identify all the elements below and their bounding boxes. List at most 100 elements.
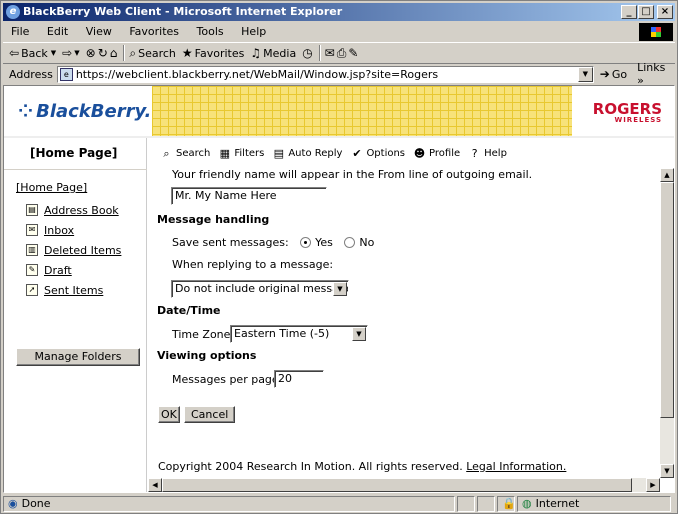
address-input[interactable]: e https://webclient.blackberry.net/WebMa… <box>56 65 594 83</box>
internet-explorer-icon: e <box>6 5 20 19</box>
scroll-up-button[interactable]: ▲ <box>660 168 674 182</box>
search-button[interactable]: ⌕ Search <box>129 46 176 61</box>
menu-file[interactable]: File <box>11 25 29 38</box>
menu-edit[interactable]: Edit <box>47 25 68 38</box>
vertical-scroll-thumb[interactable] <box>660 182 674 418</box>
forward-dropdown-icon[interactable]: ▼ <box>74 49 79 57</box>
mail-search-button[interactable]: ⌕ Search <box>160 147 210 160</box>
sidebar-item-address-book[interactable]: ▤ Address Book <box>26 200 121 220</box>
blackberry-dots-icon: ⁘ <box>18 101 33 122</box>
address-dropdown-button[interactable]: ▼ <box>577 66 593 82</box>
manage-folders-button[interactable]: Manage Folders <box>16 348 140 366</box>
links-button[interactable]: Links » <box>637 61 675 87</box>
sent-icon: ➚ <box>26 284 38 296</box>
sidebar: [Home Page] [Home Page] ▤ Address Book ✉… <box>4 138 147 492</box>
status-cell <box>477 496 495 512</box>
reply-selected-value: Do not include original message <box>175 282 349 295</box>
trash-icon: ▥ <box>26 244 38 256</box>
address-book-icon: ▤ <box>26 204 38 216</box>
banner-pattern <box>152 86 572 138</box>
chevron-down-icon: ▼ <box>352 327 366 341</box>
go-arrow-icon: ➔ <box>599 67 610 81</box>
status-text-cell: ◉ Done <box>3 496 455 512</box>
horizontal-scroll-thumb[interactable] <box>162 478 632 492</box>
draft-icon: ✎ <box>26 264 38 276</box>
cancel-button[interactable]: Cancel <box>184 406 236 423</box>
media-icon: ♫ <box>250 46 262 60</box>
menu-help[interactable]: Help <box>241 25 266 38</box>
auto-reply-button[interactable]: ▤ Auto Reply <box>272 147 343 160</box>
address-label: Address <box>9 67 53 81</box>
close-button[interactable]: × <box>657 5 673 19</box>
reply-select[interactable]: Do not include original message ▼ <box>171 280 349 298</box>
home-page-link[interactable]: [Home Page] <box>16 181 87 194</box>
messages-per-page-field[interactable]: 20 <box>274 370 324 388</box>
back-label: Back <box>21 46 48 60</box>
legal-information-link[interactable]: Legal Information. <box>466 460 566 473</box>
options-button[interactable]: ✔ Options <box>350 147 405 160</box>
print-icon[interactable]: ⎙ <box>337 46 347 61</box>
history-icon[interactable]: ◷ <box>302 46 312 60</box>
profile-button[interactable]: ☻ Profile <box>413 147 460 160</box>
sidebar-item-sent-items[interactable]: ➚ Sent Items <box>26 280 121 300</box>
back-arrow-icon: ⇦ <box>9 46 20 60</box>
back-button[interactable]: ⇦ Back ▼ <box>9 46 56 60</box>
profile-label: Profile <box>429 148 461 159</box>
mail-icon[interactable]: ✉ <box>325 46 335 60</box>
mail-search-label: Search <box>176 148 211 159</box>
message-handling-heading: Message handling <box>157 213 270 226</box>
help-label: Help <box>484 148 507 159</box>
save-sent-yes-radio[interactable] <box>300 237 312 248</box>
sidebar-item-inbox[interactable]: ✉ Inbox <box>26 220 121 240</box>
go-button[interactable]: ➔ Go <box>600 67 627 81</box>
folder-list: ▤ Address Book ✉ Inbox ▥ Deleted Items ✎… <box>26 200 121 300</box>
maximize-button[interactable]: □ <box>638 5 654 19</box>
profile-icon: ☻ <box>413 147 426 160</box>
favorites-button[interactable]: ★ Favorites <box>182 46 244 60</box>
sidebar-item-deleted-items[interactable]: ▥ Deleted Items <box>26 240 121 260</box>
scroll-down-button[interactable]: ▼ <box>660 464 674 478</box>
help-button[interactable]: ? Help <box>468 147 507 160</box>
inbox-icon: ✉ <box>26 224 38 236</box>
mail-toolbar: ⌕ Search ▦ Filters ▤ Auto Reply ✔ Option… <box>160 147 515 160</box>
scroll-left-button[interactable]: ◀ <box>148 478 162 492</box>
zone-text: Internet <box>535 497 580 510</box>
address-url: https://webclient.blackberry.net/WebMail… <box>75 67 439 81</box>
browser-window: e BlackBerry Web Client - Microsoft Inte… <box>0 0 678 514</box>
sidebar-item-draft[interactable]: ✎ Draft <box>26 260 121 280</box>
timezone-label: Time Zone: <box>172 328 235 341</box>
scroll-right-button[interactable]: ▶ <box>646 478 660 492</box>
browser-toolbar: ⇦ Back ▼ ⇨ ▼ ⊗ ↻ ⌂ ⌕ Search ★ Favorites … <box>3 42 675 64</box>
filters-label: Filters <box>234 148 265 159</box>
menu-tools[interactable]: Tools <box>197 25 224 38</box>
lock-cell: 🔒 <box>497 496 516 512</box>
toolbar-separator <box>123 45 126 61</box>
media-button[interactable]: ♫ Media <box>250 46 296 60</box>
minimize-button[interactable]: _ <box>621 5 637 19</box>
horizontal-scrollbar[interactable]: ◀ ▶ <box>148 478 660 492</box>
timezone-select[interactable]: Eastern Time (-5) ▼ <box>230 325 368 343</box>
filters-button[interactable]: ▦ Filters <box>218 147 265 160</box>
chevron-down-icon: ▼ <box>333 282 347 296</box>
save-sent-row: Save sent messages: Yes No <box>172 236 374 249</box>
back-dropdown-icon[interactable]: ▼ <box>51 49 56 57</box>
save-sent-no-radio[interactable] <box>344 237 356 248</box>
page-icon: e <box>59 67 73 81</box>
copyright-text: Copyright 2004 Research In Motion. All r… <box>158 460 463 473</box>
menu-view[interactable]: View <box>86 25 112 38</box>
ok-button[interactable]: OK <box>158 406 180 423</box>
edit-icon[interactable]: ✎ <box>348 46 358 60</box>
stop-icon[interactable]: ⊗ <box>86 46 96 60</box>
vertical-scrollbar[interactable]: ▲ ▼ <box>660 168 674 478</box>
media-label: Media <box>263 46 297 60</box>
home-icon[interactable]: ⌂ <box>110 46 118 60</box>
zone-cell: ◍ Internet <box>517 496 671 512</box>
search-icon: ⌕ <box>129 45 137 60</box>
menu-favorites[interactable]: Favorites <box>129 25 179 38</box>
blackberry-logo: ⁘ BlackBerry. <box>18 101 151 122</box>
forward-button[interactable]: ⇨ ▼ <box>62 46 79 60</box>
rogers-logo: ROGERS WIRELESS <box>593 100 662 124</box>
menu-bar: File Edit View Favorites Tools Help <box>3 23 675 41</box>
friendly-name-field[interactable]: Mr. My Name Here <box>171 187 327 205</box>
refresh-icon[interactable]: ↻ <box>98 46 108 60</box>
